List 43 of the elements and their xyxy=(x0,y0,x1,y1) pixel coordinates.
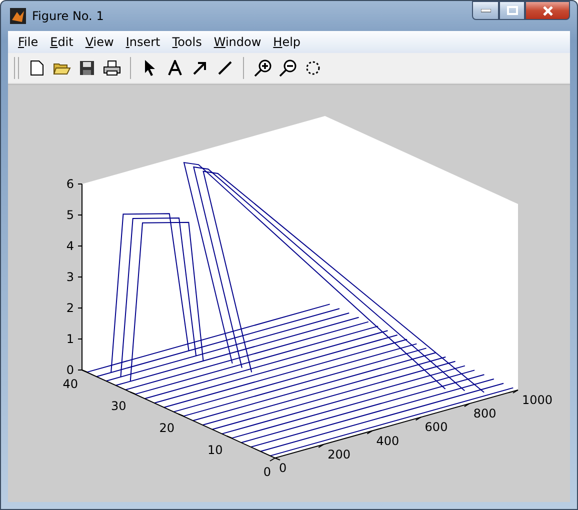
dotted-circle-icon xyxy=(304,60,320,76)
arrow-icon xyxy=(192,60,208,76)
menu-item[interactable]: Insert xyxy=(120,35,166,49)
text-a-icon xyxy=(168,60,182,76)
menu-item[interactable]: Window xyxy=(208,35,268,49)
printer-icon xyxy=(102,60,120,76)
zoom-out-icon xyxy=(278,59,296,77)
maximize-icon xyxy=(506,6,518,15)
x-tick-label: 600 xyxy=(424,420,448,434)
y-tick-label: 20 xyxy=(159,421,174,435)
close-button[interactable] xyxy=(525,1,570,20)
x-tick-label: 800 xyxy=(473,406,496,421)
menu-item[interactable]: File xyxy=(12,35,44,49)
x-tick-label: 0 xyxy=(279,461,287,475)
minimize-icon xyxy=(480,8,490,12)
folder-icon xyxy=(52,61,70,75)
y-tick-label: 0 xyxy=(263,465,271,479)
window-title: Figure No. 1 xyxy=(32,9,104,23)
y-tick-label: 40 xyxy=(62,377,78,391)
z-tick-label: 5 xyxy=(66,208,74,222)
z-tick-label: 4 xyxy=(66,239,74,253)
close-icon xyxy=(542,6,554,16)
x-tick-label: 1000 xyxy=(522,393,553,407)
zoom-in-icon xyxy=(254,59,272,77)
y-tick-label: 10 xyxy=(207,443,223,457)
menu-item[interactable]: View xyxy=(79,35,120,49)
maximize-button[interactable] xyxy=(499,1,525,20)
x-tick-label: 200 xyxy=(328,447,350,462)
menu-item[interactable]: Edit xyxy=(44,35,80,49)
z-tick-label: 0 xyxy=(66,363,74,377)
minimize-button[interactable] xyxy=(472,1,499,20)
z-tick-label: 6 xyxy=(66,177,74,191)
z-tick-label: 3 xyxy=(66,270,74,284)
y-tick-label: 30 xyxy=(110,399,126,413)
menu-item[interactable]: Tools xyxy=(166,35,208,49)
x-tick-label: 400 xyxy=(376,434,400,448)
new-file-icon xyxy=(30,60,44,76)
menu-item[interactable]: Help xyxy=(267,35,307,49)
z-tick-label: 1 xyxy=(66,332,74,346)
pointer-arrow-icon xyxy=(144,59,156,77)
line-icon xyxy=(216,60,232,76)
app-logo-icon xyxy=(10,8,26,24)
z-tick-label: 2 xyxy=(66,301,74,315)
